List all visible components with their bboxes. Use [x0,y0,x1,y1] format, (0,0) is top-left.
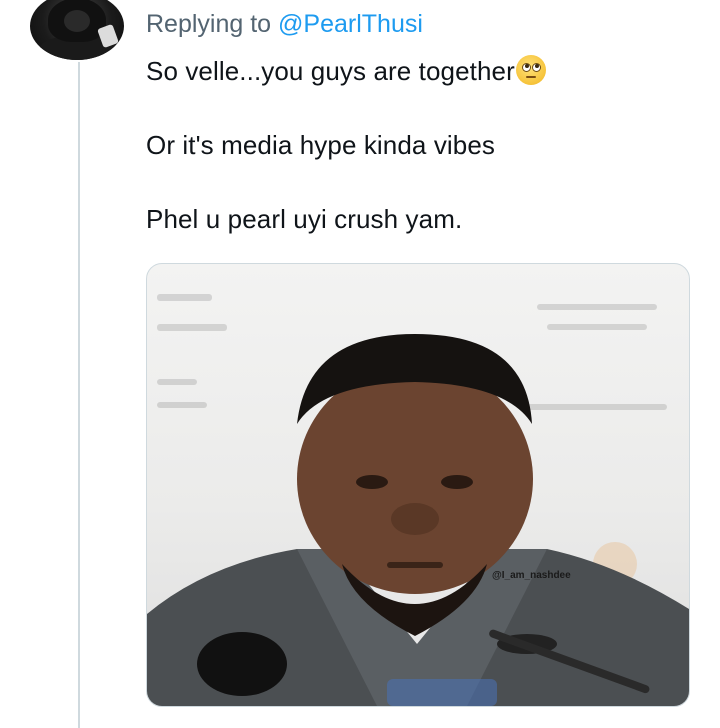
replying-to-label: Replying to [146,10,272,38]
avatar[interactable] [30,0,124,60]
photo-watermark: @I_am_nashdee [492,570,571,581]
tweet-text-line-1: So velle...you guys are together [146,55,546,87]
tweet-text-line-3: Phel u pearl uyi crush yam. [146,204,463,234]
tweet-text-1: So velle...you guys are together [146,56,515,86]
photo-illustration [147,294,689,706]
replying-to: Replying to @PearlThusi [146,10,423,39]
thread-line [78,62,80,728]
tweet-media-photo[interactable]: @I_am_nashdee [146,263,690,707]
tweet-reply[interactable]: Replying to @PearlThusi So velle...you g… [0,0,720,728]
avatar-face [64,10,90,32]
face-with-rolling-eyes-icon [515,55,546,85]
tweet-text-line-2: Or it's media hype kinda vibes [146,130,496,160]
reply-handle-link[interactable]: @PearlThusi [278,10,423,38]
